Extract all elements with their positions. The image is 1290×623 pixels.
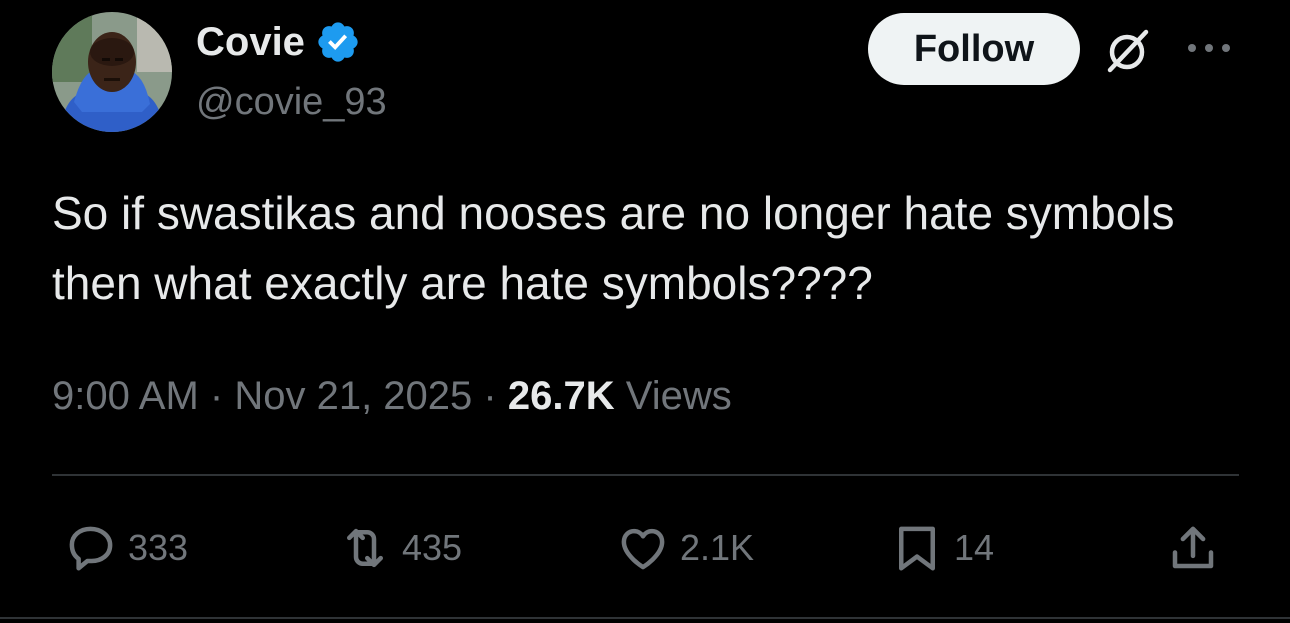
tweet-text: So if swastikas and nooses are no longer…: [52, 187, 1175, 309]
bookmark-button[interactable]: 14: [890, 520, 994, 576]
author-handle[interactable]: @covie_93: [196, 78, 387, 126]
verified-badge-icon[interactable]: [315, 19, 361, 65]
bookmark-count: 14: [954, 527, 995, 568]
reply-icon: [69, 526, 113, 571]
reply-count: 333: [128, 527, 189, 568]
like-count: 2.1K: [680, 527, 755, 568]
share-button[interactable]: [1166, 520, 1220, 576]
heart-icon: [621, 528, 665, 570]
tweet-date[interactable]: Nov 21, 2025: [234, 374, 472, 418]
reply-button[interactable]: 333: [64, 520, 188, 576]
avatar-image: [52, 12, 172, 132]
repost-count: 435: [402, 527, 463, 568]
display-name[interactable]: Covie: [196, 18, 305, 66]
tweet-time[interactable]: 9:00 AM: [52, 374, 199, 418]
views-label: Views: [625, 374, 732, 418]
bookmark-icon: [899, 526, 935, 571]
divider: [52, 474, 1239, 476]
more-icon[interactable]: [1184, 36, 1234, 60]
follow-button[interactable]: Follow: [868, 13, 1080, 85]
tweet-meta: 9:00 AM · Nov 21, 2025 · 26.7K Views: [52, 370, 732, 422]
avatar[interactable]: [52, 12, 172, 132]
repost-icon: [347, 528, 383, 568]
views-count: 26.7K: [507, 374, 615, 418]
like-button[interactable]: 2.1K: [616, 520, 754, 576]
meta-separator: ·: [483, 374, 497, 418]
bottom-divider: [0, 617, 1290, 619]
grok-icon[interactable]: [1100, 22, 1156, 78]
author-name-row[interactable]: Covie: [196, 18, 361, 66]
repost-button[interactable]: 435: [338, 520, 462, 576]
share-icon: [1172, 526, 1214, 569]
meta-separator: ·: [209, 374, 224, 418]
